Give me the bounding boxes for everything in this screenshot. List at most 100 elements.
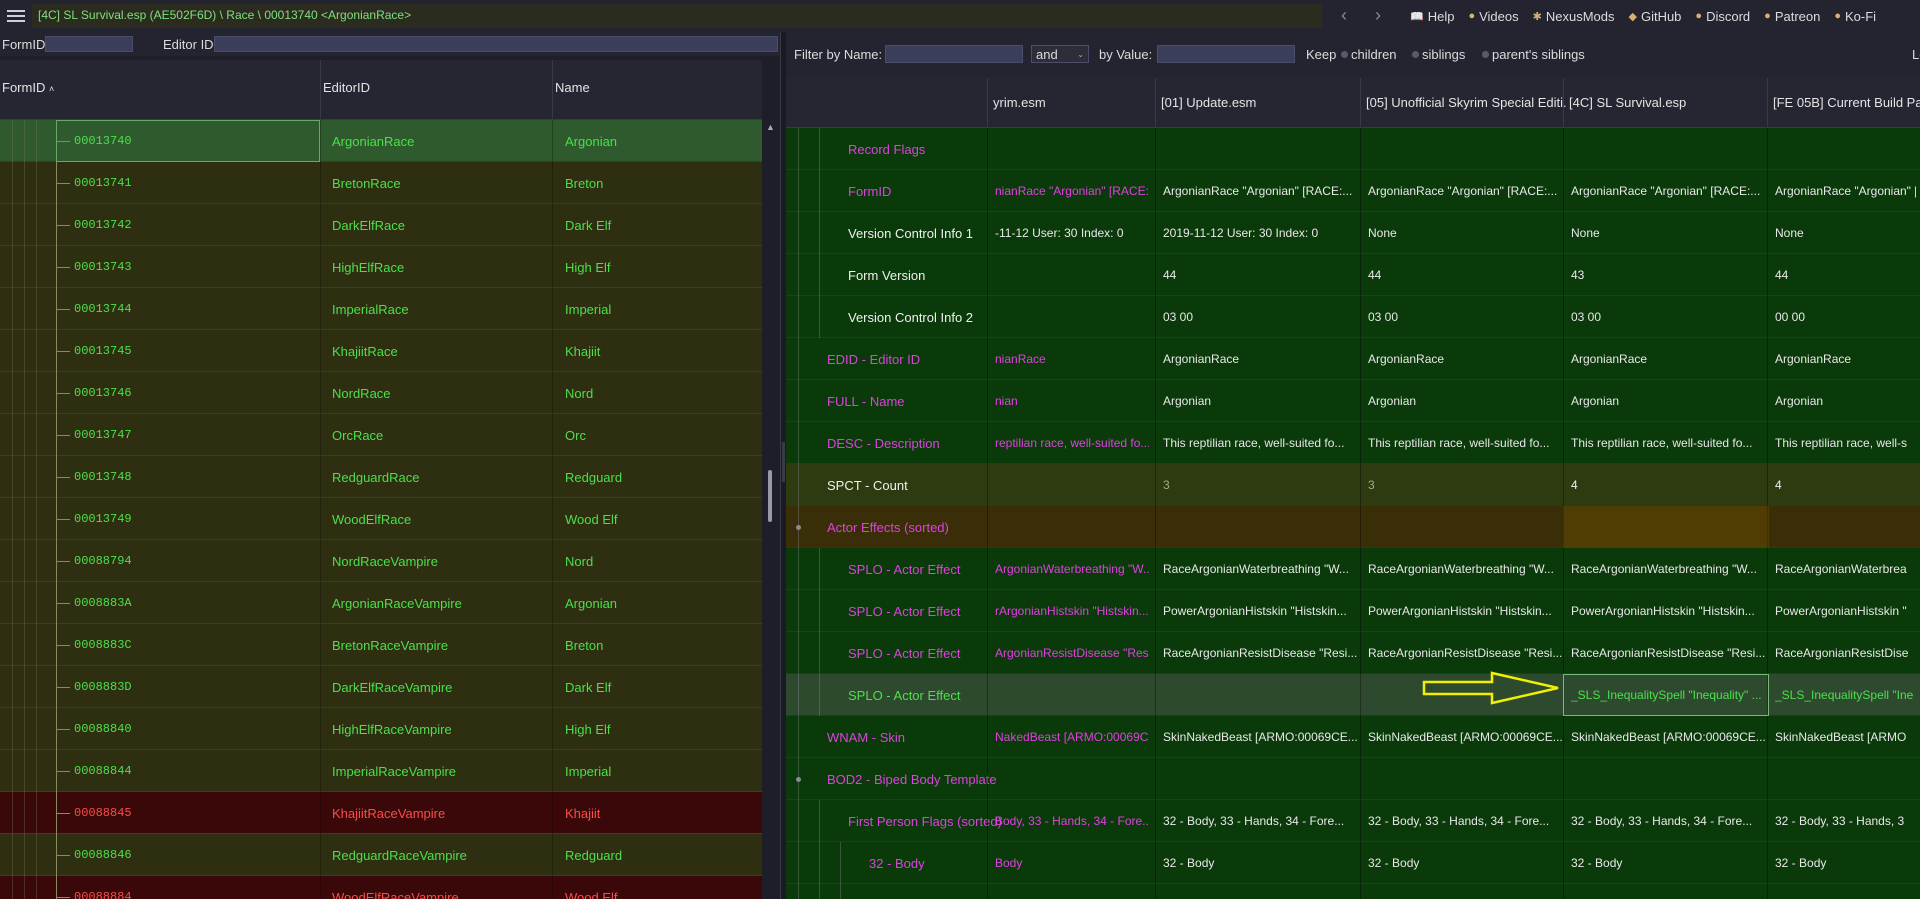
- forward-button[interactable]: ›: [1368, 6, 1388, 26]
- field-value[interactable]: Argonian: [1368, 394, 1562, 408]
- record-row[interactable]: 00013742 DarkElfRace Dark Elf: [0, 204, 762, 246]
- scroll-up-icon[interactable]: ▲: [766, 122, 775, 132]
- field-value[interactable]: ArgonianResistDisease "Resi...: [995, 646, 1149, 660]
- record-row[interactable]: 00013749 WoodElfRace Wood Elf: [0, 498, 762, 540]
- field-value[interactable]: 4: [1571, 478, 1765, 492]
- link-videos[interactable]: ● Videos: [1468, 9, 1518, 24]
- plugin-column-header[interactable]: [4C] SL Survival.esp: [1569, 95, 1769, 110]
- field-value[interactable]: 03 00: [1368, 310, 1562, 324]
- field-value[interactable]: Argonian: [1775, 394, 1916, 408]
- field-value[interactable]: nianRace: [995, 352, 1149, 366]
- field-value[interactable]: PowerArgonianHistskin ": [1775, 604, 1916, 618]
- field-value[interactable]: Body, 33 - Hands, 34 - Fore...: [995, 814, 1149, 828]
- field-value[interactable]: 32 - Body: [1163, 856, 1357, 870]
- field-value[interactable]: RaceArgonianWaterbreathing "W...: [1571, 562, 1765, 576]
- field-row[interactable]: Actor Effects (sorted): [786, 506, 1920, 548]
- link-kofi[interactable]: ● Ko-Fi: [1834, 9, 1876, 24]
- field-value[interactable]: 3: [1163, 478, 1357, 492]
- record-row[interactable]: 00013746 NordRace Nord: [0, 372, 762, 414]
- plugin-column-header[interactable]: [05] Unofficial Skyrim Special Editi...: [1366, 95, 1566, 110]
- field-row[interactable]: First Person Flags (sorted) Body, 33 - Ha…: [786, 800, 1920, 842]
- field-value[interactable]: ArgonianRace "Argonian" [RACE:...: [1163, 184, 1357, 198]
- link-help[interactable]: 📖 Help: [1410, 9, 1454, 24]
- record-row[interactable]: 00013740 ArgonianRace Argonian: [0, 120, 762, 162]
- column-formid[interactable]: FormID ˄: [2, 80, 54, 95]
- plugin-column-header[interactable]: yrim.esm: [993, 95, 1153, 110]
- field-value[interactable]: None: [1571, 226, 1765, 240]
- field-row[interactable]: SPLO - Actor Effect rArgonianHistskin "Hi…: [786, 590, 1920, 632]
- back-button[interactable]: ‹: [1334, 6, 1354, 26]
- link-patreon[interactable]: ● Patreon: [1764, 9, 1820, 24]
- record-row[interactable]: 00088794 NordRaceVampire Nord: [0, 540, 762, 582]
- field-row[interactable]: Version Control Info 1 -11-12 User: 30 In…: [786, 212, 1920, 254]
- field-row[interactable]: Version Control Info 2 03 00 03 00 03 00 00 …: [786, 296, 1920, 338]
- record-row[interactable]: 00088845 KhajiitRaceVampire Khajiit: [0, 792, 762, 834]
- field-value[interactable]: ArgonianRace: [1775, 352, 1916, 366]
- field-value[interactable]: 32 - Body, 33 - Hands, 34 - Fore...: [1368, 814, 1562, 828]
- record-row[interactable]: 00013744 ImperialRace Imperial: [0, 288, 762, 330]
- field-value[interactable]: This reptilian race, well-suited fo...: [1368, 436, 1562, 450]
- record-row[interactable]: 00013743 HighElfRace High Elf: [0, 246, 762, 288]
- record-row[interactable]: 0008883D DarkElfRaceVampire Dark Elf: [0, 666, 762, 708]
- field-row[interactable]: SPLO - Actor Effect ArgonianWaterbreathin…: [786, 548, 1920, 590]
- keep-parents-siblings-checkbox[interactable]: parent's siblings: [1482, 47, 1585, 62]
- record-row[interactable]: 00013748 RedguardRace Redguard: [0, 456, 762, 498]
- record-list-scrollbar[interactable]: ▲: [762, 120, 780, 899]
- field-value[interactable]: 4: [1775, 478, 1916, 492]
- field-value[interactable]: PowerArgonianHistskin "Histskin...: [1368, 604, 1562, 618]
- field-value[interactable]: 2019-11-12 User: 30 Index: 0: [1163, 226, 1357, 240]
- field-value[interactable]: None: [1775, 226, 1916, 240]
- field-value[interactable]: 00 00: [1775, 310, 1916, 324]
- field-value[interactable]: 43: [1571, 268, 1765, 282]
- field-value[interactable]: RaceArgonianWaterbreathing "W...: [1368, 562, 1562, 576]
- field-value[interactable]: ArgonianRace "Argonian" [RACE:...: [1368, 184, 1562, 198]
- field-value[interactable]: This reptilian race, well-suited fo...: [1571, 436, 1765, 450]
- field-value[interactable]: 32 - Body: [1571, 856, 1765, 870]
- expander-icon[interactable]: [796, 525, 801, 530]
- field-value[interactable]: SkinNakedBeast [ARMO:00069CE...: [1163, 730, 1357, 744]
- field-value[interactable]: This reptilian race, well-suited fo...: [1163, 436, 1357, 450]
- field-value[interactable]: RaceArgonianWaterbrea: [1775, 562, 1916, 576]
- keep-children-checkbox[interactable]: children: [1341, 47, 1397, 62]
- field-value[interactable]: ArgonianRace: [1368, 352, 1562, 366]
- field-value[interactable]: _SLS_InequalitySpell "Ine: [1775, 688, 1916, 702]
- field-value[interactable]: RaceArgonianWaterbreathing "W...: [1163, 562, 1357, 576]
- field-value[interactable]: NakedBeast [ARMO:00069CE...: [995, 730, 1149, 744]
- field-value[interactable]: rArgonianHistskin "Histskin...: [995, 604, 1149, 618]
- field-value[interactable]: ArgonianRace: [1571, 352, 1765, 366]
- keep-siblings-checkbox[interactable]: siblings: [1412, 47, 1465, 62]
- field-row[interactable]: 33 - HandsHands33 - Hands33 - Hands33 - …: [786, 884, 1920, 899]
- field-value[interactable]: Body: [995, 856, 1149, 870]
- field-value[interactable]: 3: [1368, 478, 1562, 492]
- field-row[interactable]: FormID nianRace "Argonian" [RACE:... Argon…: [786, 170, 1920, 212]
- field-value[interactable]: Argonian: [1571, 394, 1765, 408]
- field-value[interactable]: 03 00: [1571, 310, 1765, 324]
- link-github[interactable]: ◆ GitHub: [1628, 9, 1681, 24]
- field-value[interactable]: SkinNakedBeast [ARMO:00069CE...: [1368, 730, 1562, 744]
- field-value[interactable]: RaceArgonianResistDisease "Resi...: [1571, 646, 1765, 660]
- field-value[interactable]: RaceArgonianResistDisease "Resi...: [1163, 646, 1357, 660]
- field-value[interactable]: 03 00: [1163, 310, 1357, 324]
- menu-icon[interactable]: [0, 0, 32, 32]
- link-discord[interactable]: ● Discord: [1695, 9, 1750, 24]
- record-row[interactable]: 00088846 RedguardRaceVampire Redguard: [0, 834, 762, 876]
- field-value[interactable]: SkinNakedBeast [ARMO: [1775, 730, 1916, 744]
- field-row[interactable]: DESC - Description reptilian race, well-s…: [786, 422, 1920, 464]
- field-row[interactable]: SPLO - Actor Effect _SLS_InequalitySpell …: [786, 674, 1920, 716]
- field-value[interactable]: RaceArgonianResistDisease "Resi...: [1368, 646, 1562, 660]
- field-value[interactable]: PowerArgonianHistskin "Histskin...: [1163, 604, 1357, 618]
- filter-name-input[interactable]: [885, 45, 1023, 63]
- field-value[interactable]: PowerArgonianHistskin "Histskin...: [1571, 604, 1765, 618]
- field-row[interactable]: WNAM - Skin NakedBeast [ARMO:00069CE... Sk…: [786, 716, 1920, 758]
- field-value[interactable]: 32 - Body, 33 - Hands, 34 - Fore...: [1571, 814, 1765, 828]
- record-row[interactable]: 00088884 WoodElfRaceVampire Wood Elf: [0, 876, 762, 899]
- field-row[interactable]: SPLO - Actor Effect ArgonianResistDisease…: [786, 632, 1920, 674]
- field-value[interactable]: 32 - Body: [1368, 856, 1562, 870]
- filter-value-input[interactable]: [1157, 45, 1295, 63]
- field-value[interactable]: ArgonianRace "Argonian" [RACE:: [1775, 184, 1916, 198]
- record-row[interactable]: 0008883C BretonRaceVampire Breton: [0, 624, 762, 666]
- field-row[interactable]: SPCT - Count 3 3 4 4: [786, 464, 1920, 506]
- plugin-column-header[interactable]: [01] Update.esm: [1161, 95, 1361, 110]
- field-value[interactable]: RaceArgonianResistDise: [1775, 646, 1916, 660]
- field-value[interactable]: ArgonianRace "Argonian" [RACE:...: [1571, 184, 1765, 198]
